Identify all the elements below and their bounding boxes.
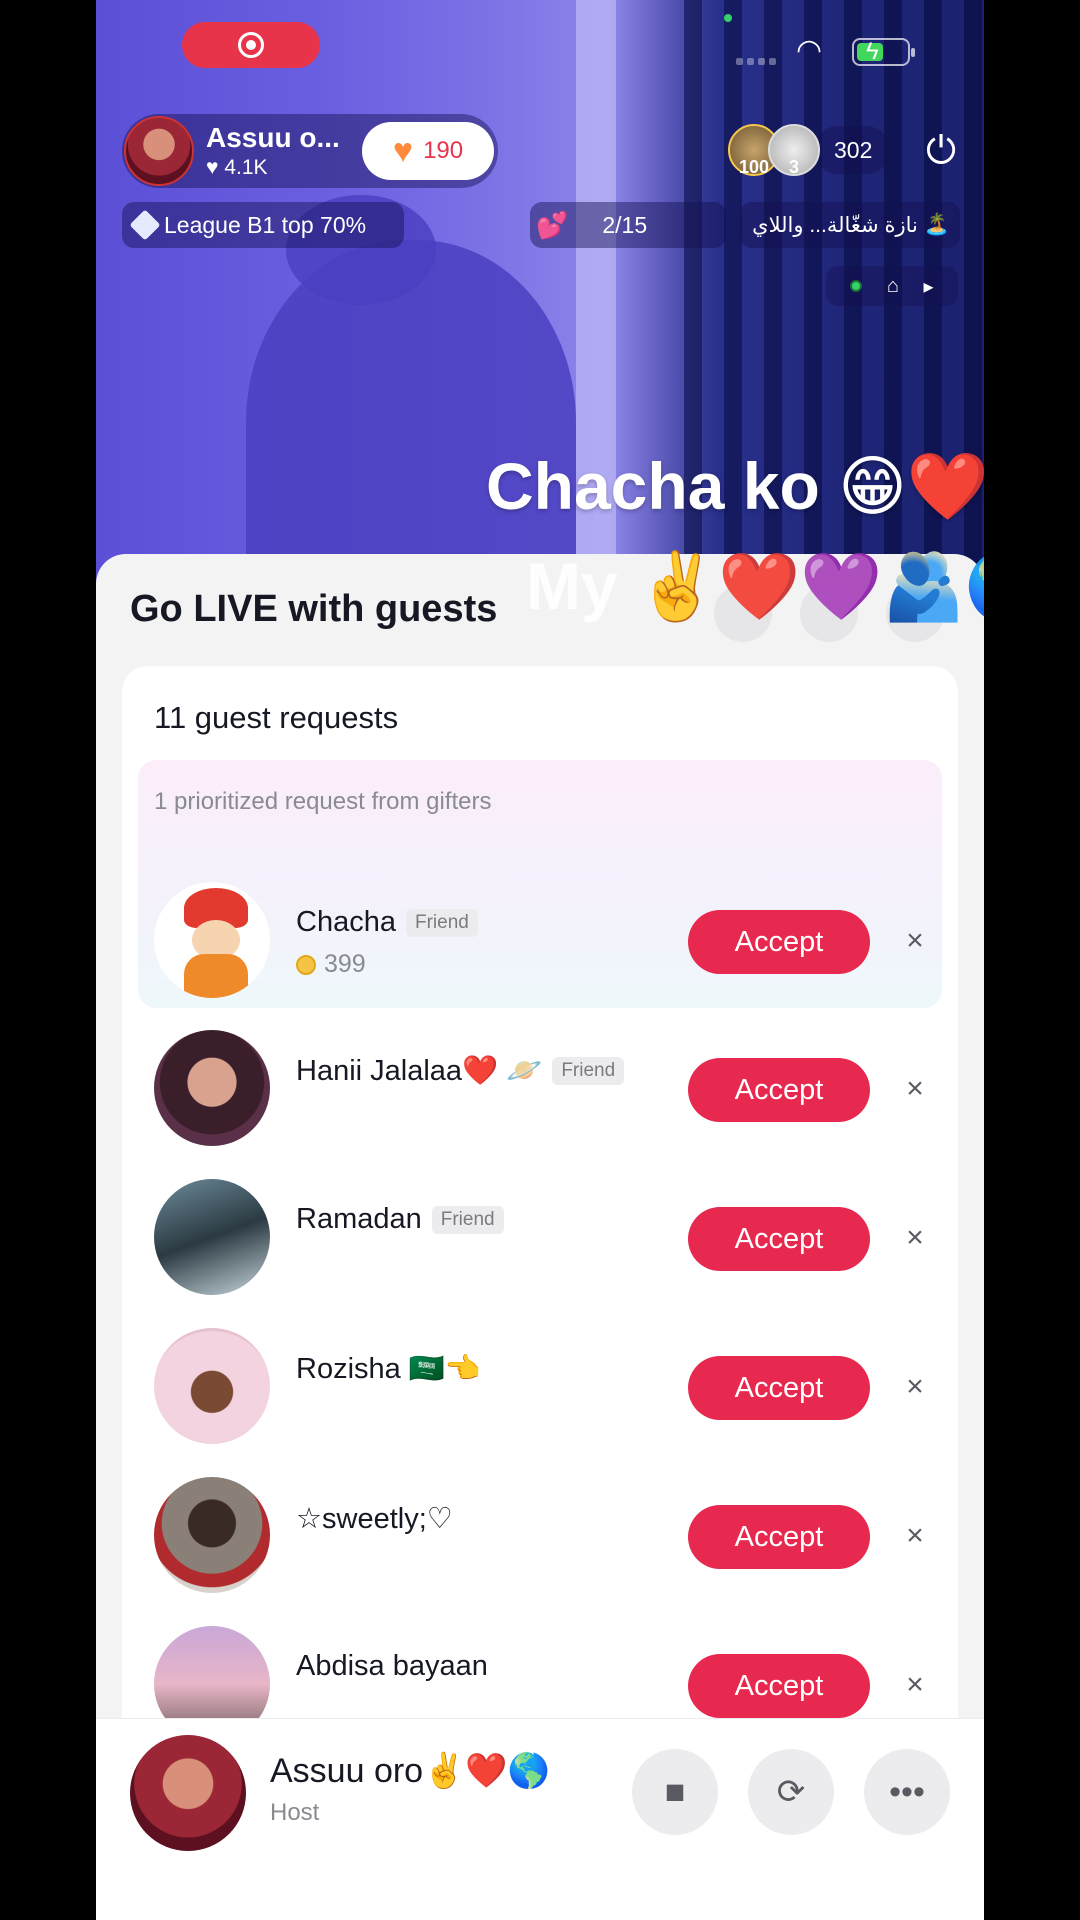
- guest-request-row: Ramadan Friend Accept ×: [122, 1177, 958, 1297]
- avatar[interactable]: [154, 882, 270, 998]
- sheet-title: Go LIVE with guests: [130, 588, 498, 630]
- goal-progress[interactable]: 💕 2/15: [530, 202, 726, 248]
- requests-count-title: 11 guest requests: [154, 700, 399, 735]
- guests-sheet: Go LIVE with guests 11 guest requests 1 …: [96, 554, 984, 1920]
- host-role: Host: [270, 1799, 320, 1826]
- wifi-icon: ◠: [796, 34, 823, 67]
- guest-request-row: ☆sweetly;♡ Accept ×: [122, 1475, 958, 1595]
- more-icon[interactable]: •••: [864, 1749, 950, 1835]
- record-icon: [238, 32, 264, 58]
- guest-name: Chacha: [296, 906, 396, 938]
- avatar[interactable]: [154, 1179, 270, 1295]
- switch-camera-icon[interactable]: ⟳: [748, 1749, 834, 1835]
- video-camera-icon[interactable]: ■: [632, 1749, 718, 1835]
- power-icon[interactable]: ⏻: [918, 128, 964, 174]
- host-footer: Assuu oro✌️❤️🌎 Host ■ ⟳ •••: [96, 1718, 984, 1920]
- guest-request-row: Hanii Jalalaa❤️ 🪐 Friend Accept ×: [122, 1028, 958, 1148]
- close-icon[interactable]: ×: [894, 1664, 936, 1706]
- home-icon[interactable]: ⌂: [887, 275, 899, 298]
- guest-name: Abdisa bayaan: [296, 1650, 488, 1682]
- comment-caption: Chacha ko 😁❤️: [486, 449, 984, 523]
- accept-button[interactable]: Accept: [688, 1207, 870, 1271]
- live-video: ◠ ϟ Assuu o... ♥ 4.1K ♥ 190 100 3 302 ⏻ …: [96, 0, 984, 620]
- diamond-icon: [129, 209, 161, 241]
- comment-caption: My ✌️❤️💜🫂🌎: [526, 549, 984, 623]
- viewer-count[interactable]: 302: [814, 126, 891, 174]
- gift-heart-icon: 💕: [536, 209, 569, 240]
- top-viewers[interactable]: 100 3 302: [728, 124, 891, 177]
- accept-button[interactable]: Accept: [688, 1356, 870, 1420]
- close-icon[interactable]: ×: [894, 1068, 936, 1110]
- island-icon: 🏝️: [923, 213, 950, 236]
- gift-coins: 399: [296, 950, 366, 979]
- guest-name: Rozisha 🇸🇦👈: [296, 1353, 482, 1385]
- heart-icon: ♥: [206, 156, 219, 179]
- close-icon[interactable]: ×: [894, 1515, 936, 1557]
- close-icon[interactable]: ×: [894, 1217, 936, 1259]
- battery-charging-icon: ϟ: [852, 38, 915, 66]
- heart-count-button[interactable]: ♥ 190: [362, 122, 494, 180]
- host-likes: ♥ 4.1K: [206, 156, 268, 179]
- league-badge[interactable]: League B1 top 70%: [122, 202, 404, 248]
- avatar[interactable]: [154, 1477, 270, 1593]
- host-footer-name: Assuu oro✌️❤️🌎: [270, 1752, 551, 1790]
- close-icon[interactable]: ×: [894, 1366, 936, 1408]
- accept-button[interactable]: Accept: [688, 1654, 870, 1718]
- avatar[interactable]: [154, 1328, 270, 1444]
- mini-controls[interactable]: ⌂ ▸: [826, 266, 958, 306]
- guest-name: ☆sweetly;♡: [296, 1503, 453, 1535]
- viewer-avatar[interactable]: 3: [768, 124, 820, 177]
- heart-icon: ♥: [392, 132, 414, 170]
- friend-badge: Friend: [552, 1057, 625, 1085]
- host-name: Assuu o...: [206, 122, 340, 153]
- friend-badge: Friend: [431, 1205, 504, 1234]
- cellular-signal-icon: [736, 58, 776, 65]
- host-avatar[interactable]: [124, 116, 194, 186]
- accept-button[interactable]: Accept: [688, 1058, 870, 1122]
- guest-request-row: Chacha Friend 399 Accept ×: [122, 880, 958, 1000]
- avatar[interactable]: [130, 1735, 246, 1851]
- status-dot-icon: [850, 280, 863, 292]
- coin-icon: [296, 954, 316, 975]
- recording-indicator[interactable]: [182, 22, 320, 68]
- host-info-pill[interactable]: Assuu o... ♥ 4.1K ♥ 190: [122, 114, 498, 188]
- close-icon[interactable]: ×: [894, 920, 936, 962]
- guest-request-row: Rozisha 🇸🇦👈 Accept ×: [122, 1326, 958, 1446]
- friend-badge: Friend: [405, 908, 478, 937]
- avatar[interactable]: [154, 1030, 270, 1146]
- ticker-banner[interactable]: نازة شغّالة... واللاي 🏝️: [740, 202, 960, 248]
- accept-button[interactable]: Accept: [688, 910, 870, 974]
- camera-in-use-dot: [724, 14, 732, 22]
- guest-name: Hanii Jalalaa❤️ 🪐: [296, 1055, 543, 1087]
- accept-button[interactable]: Accept: [688, 1505, 870, 1569]
- live-screen: ◠ ϟ Assuu o... ♥ 4.1K ♥ 190 100 3 302 ⏻ …: [96, 0, 984, 1920]
- guest-name: Ramadan: [296, 1203, 422, 1235]
- prioritized-label: 1 prioritized request from gifters: [154, 788, 492, 815]
- play-icon[interactable]: ▸: [923, 274, 933, 299]
